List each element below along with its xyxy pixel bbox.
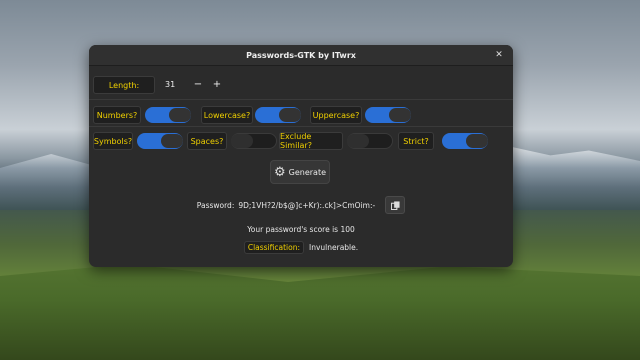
exclude-similar-label: Exclude Similar?: [279, 132, 343, 150]
gear-icon: ⚙: [273, 164, 286, 180]
numbers-label: Numbers?: [93, 106, 141, 124]
switch-knob: [347, 134, 369, 148]
classification-value: Invulnerable.: [309, 242, 359, 252]
switch-knob: [169, 108, 191, 122]
switch-knob: [231, 134, 253, 148]
app-window: Passwords-GTK by ITwrx ✕ Length: 31 − + …: [89, 45, 513, 267]
classification-label: Classification:: [243, 240, 304, 254]
spaces-label: Spaces?: [187, 132, 227, 150]
divider: [89, 99, 513, 100]
copy-icon: [390, 200, 400, 210]
password-label: Password:: [196, 200, 235, 210]
switch-knob: [279, 108, 301, 122]
spaces-switch[interactable]: [231, 133, 277, 149]
lowercase-switch[interactable]: [255, 107, 301, 123]
score-text: Your password's score is 100: [247, 225, 355, 234]
symbols-switch[interactable]: [137, 133, 183, 149]
options-row-1: Numbers? Lowercase? Uppercase?: [89, 101, 513, 127]
window-title: Passwords-GTK by ITwrx: [246, 50, 356, 60]
switch-knob: [161, 134, 183, 148]
length-row: Length: 31 − +: [89, 71, 513, 97]
close-icon[interactable]: ✕: [493, 49, 505, 61]
title-bar[interactable]: Passwords-GTK by ITwrx ✕: [89, 45, 513, 66]
increase-length-button[interactable]: +: [209, 76, 225, 92]
exclude-similar-switch[interactable]: [347, 133, 393, 149]
length-label: Length:: [93, 76, 155, 94]
password-line: Password: 9D;1VH?2/b$@]c+Kr):.ck]>CmOim:…: [89, 196, 513, 214]
switch-knob: [389, 108, 411, 122]
switch-knob: [466, 134, 488, 148]
lowercase-label: Lowercase?: [201, 106, 253, 124]
generate-button[interactable]: ⚙ Generate: [270, 160, 330, 184]
generate-label: Generate: [288, 167, 327, 177]
uppercase-label: Uppercase?: [310, 106, 362, 124]
divider: [89, 126, 513, 127]
decrease-length-button[interactable]: −: [190, 76, 206, 92]
numbers-switch[interactable]: [145, 107, 191, 123]
uppercase-switch[interactable]: [365, 107, 411, 123]
copy-button[interactable]: [385, 196, 406, 214]
password-value[interactable]: 9D;1VH?2/b$@]c+Kr):.ck]>CmOim:-: [238, 201, 375, 210]
classification-line: Classification: Invulnerable.: [89, 240, 513, 254]
symbols-label: Symbols?: [93, 132, 133, 150]
strict-switch[interactable]: [442, 133, 488, 149]
options-row-2: Symbols? Spaces? Exclude Similar? Strict…: [89, 128, 513, 154]
strict-label: Strict?: [398, 132, 434, 150]
